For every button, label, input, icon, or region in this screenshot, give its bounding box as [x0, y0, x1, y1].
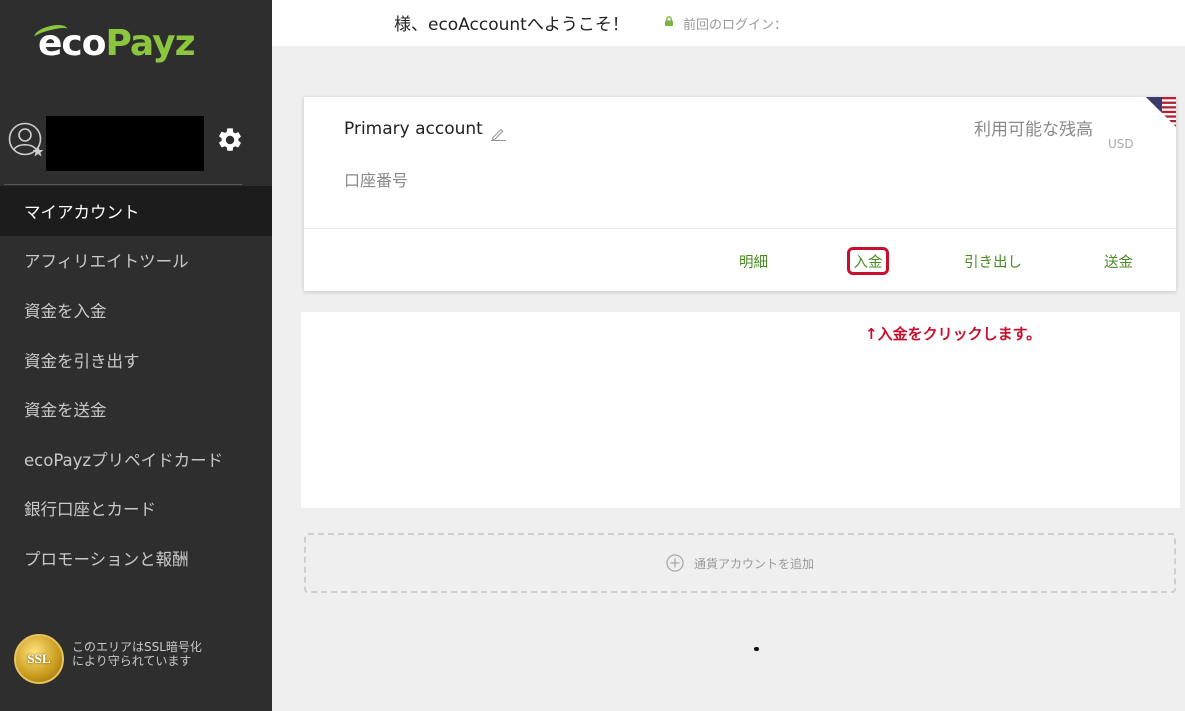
available-balance-label: 利用可能な残高	[974, 120, 1093, 140]
user-name-redacted	[46, 116, 204, 171]
stray-dot	[754, 647, 759, 651]
user-row	[0, 112, 272, 176]
ecopayz-logo[interactable]: eco Payz	[32, 18, 196, 68]
transfer-link[interactable]: 送金	[1104, 251, 1133, 272]
deposit-link-highlighted[interactable]: 入金	[847, 247, 889, 275]
sidebar-item-affiliate-tools[interactable]: アフィリエイトツール	[0, 236, 272, 286]
account-number-label: 口座番号	[344, 171, 409, 190]
sidebar-item-withdraw-funds[interactable]: 資金を引き出す	[0, 335, 272, 385]
sidebar-item-my-account[interactable]: マイアカウント	[0, 186, 272, 236]
sidebar: eco Payz マイアカウント アフィリエイトツール 資金を入金 資金を引き出す…	[0, 0, 272, 711]
account-card: Primary account 口座番号 利用可能な残高 USD 明細 入金 引…	[304, 97, 1176, 291]
sidebar-item-deposit-funds[interactable]: 資金を入金	[0, 285, 272, 335]
content-panel: ↑入金をクリックします。	[301, 312, 1180, 508]
withdraw-link[interactable]: 引き出し	[964, 251, 1022, 272]
top-header: 様、ecoAccountへようこそ！ 前回のログイン：	[272, 0, 1185, 46]
ssl-notice: SSL このエリアはSSL暗号化により守られています	[14, 632, 264, 692]
card-divider	[304, 228, 1176, 229]
sidebar-nav: マイアカウント アフィリエイトツール 資金を入金 資金を引き出す 資金を送金 e…	[0, 186, 272, 583]
us-flag-icon	[1146, 97, 1176, 127]
account-name: Primary account	[344, 119, 483, 139]
user-divider	[4, 184, 242, 185]
sidebar-item-bank-accounts-cards[interactable]: 銀行口座とカード	[0, 484, 272, 534]
statement-link[interactable]: 明細	[739, 251, 768, 272]
last-login-label: 前回のログイン：	[683, 18, 788, 33]
user-avatar-icon[interactable]	[8, 122, 44, 158]
instruction-annotation: ↑入金をクリックします。	[865, 325, 1042, 343]
sidebar-item-promotions[interactable]: プロモーションと報酬	[0, 533, 272, 583]
lock-icon	[665, 16, 673, 26]
ssl-badge-icon: SSL	[14, 634, 64, 684]
currency-code: USD	[1108, 137, 1134, 151]
add-currency-label: 通貨アカウントを追加	[693, 556, 814, 571]
edit-pencil-icon[interactable]	[490, 125, 506, 141]
gear-icon[interactable]	[216, 126, 244, 154]
sidebar-item-prepaid-card[interactable]: ecoPayzプリペイドカード	[0, 434, 272, 484]
ssl-badge-label: SSL	[27, 651, 51, 666]
plus-circle-icon	[666, 554, 684, 572]
sidebar-item-transfer-funds[interactable]: 資金を送金	[0, 384, 272, 434]
logo-payz: Payz	[105, 22, 196, 64]
add-currency-account-button[interactable]: 通貨アカウントを追加	[304, 533, 1176, 593]
welcome-message: 様、ecoAccountへようこそ！	[394, 15, 629, 35]
ssl-text: このエリアはSSL暗号化により守られています	[72, 640, 202, 668]
